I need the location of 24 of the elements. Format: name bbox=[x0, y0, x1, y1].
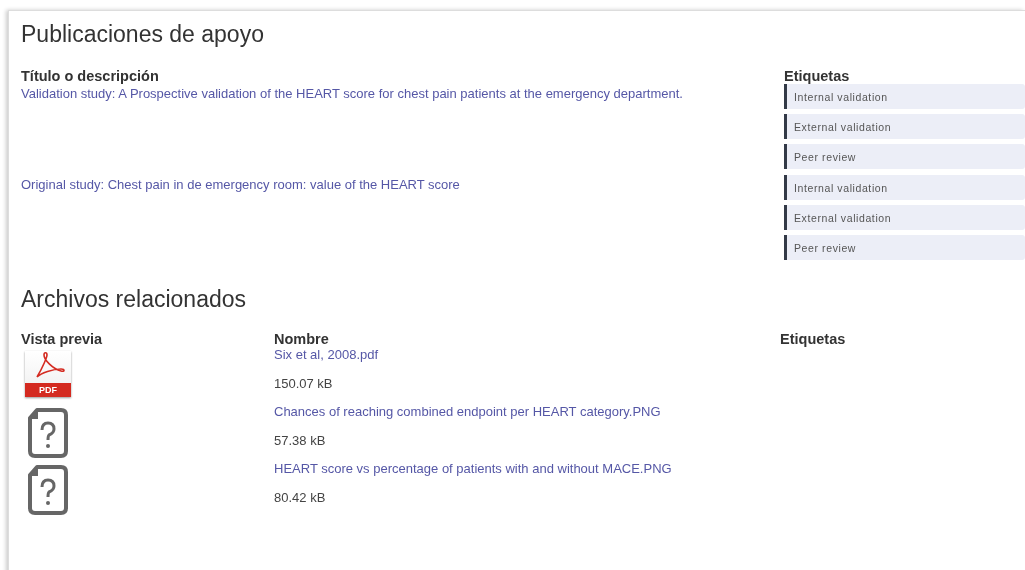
column-header: Vista previa bbox=[21, 331, 104, 347]
tag: External validation bbox=[784, 114, 1025, 139]
file-link[interactable]: Chances of reaching combined endpoint per HEART category.PNG bbox=[274, 404, 780, 419]
tag: Internal validation bbox=[784, 84, 1025, 109]
unknown-file-icon[interactable] bbox=[25, 406, 71, 460]
column-header: Etiquetas bbox=[784, 68, 850, 84]
section-heading: Archivos relacionados bbox=[21, 286, 247, 313]
column-header: Título o descripción bbox=[21, 68, 160, 84]
file-size: 150.07 kB bbox=[274, 376, 334, 391]
tag: Peer review bbox=[784, 144, 1025, 169]
unknown-file-icon[interactable] bbox=[25, 463, 71, 517]
file-link[interactable]: Six et al, 2008.pdf bbox=[274, 347, 780, 362]
column-header: Nombre bbox=[274, 331, 330, 347]
pdf-file-icon[interactable]: PDF bbox=[25, 351, 71, 397]
tag: External validation bbox=[784, 205, 1025, 230]
tag: Peer review bbox=[784, 235, 1025, 260]
publication-link[interactable]: Validation study: A Prospective validation of the HEART score for chest pain patients at the emergency department. bbox=[21, 86, 683, 101]
file-size: 57.38 kB bbox=[274, 433, 327, 448]
column-header: Etiquetas bbox=[780, 331, 846, 347]
file-size: 80.42 kB bbox=[274, 490, 327, 505]
publication-link[interactable]: Original study: Chest pain in de emergency room: value of the HEART score bbox=[21, 177, 460, 192]
section-heading: Publicaciones de apoyo bbox=[21, 21, 265, 48]
file-link[interactable]: HEART score vs percentage of patients with and without MACE.PNG bbox=[274, 461, 780, 476]
tag: Internal validation bbox=[784, 175, 1025, 200]
